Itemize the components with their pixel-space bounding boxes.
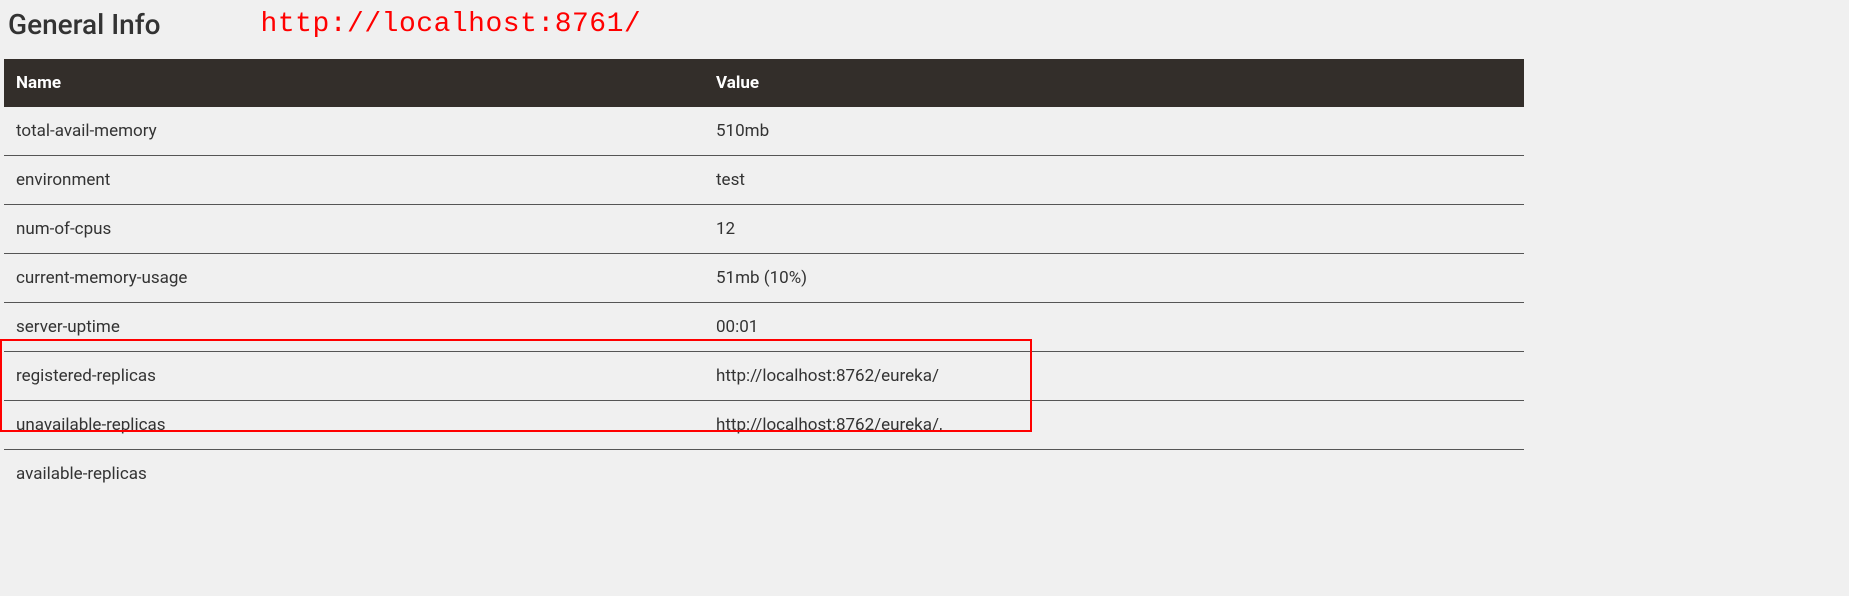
cell-value: http://localhost:8762/eureka/,	[704, 401, 1524, 450]
table-row: server-uptime 00:01	[4, 303, 1524, 352]
cell-name: server-uptime	[4, 303, 704, 352]
cell-value: 12	[704, 205, 1524, 254]
table-row: total-avail-memory 510mb	[4, 107, 1524, 156]
table-row: unavailable-replicas http://localhost:87…	[4, 401, 1524, 450]
cell-name: num-of-cpus	[4, 205, 704, 254]
cell-name: total-avail-memory	[4, 107, 704, 156]
cell-value: 00:01	[704, 303, 1524, 352]
page-title: General Info	[8, 8, 161, 41]
table-row: num-of-cpus 12	[4, 205, 1524, 254]
table-row: current-memory-usage 51mb (10%)	[4, 254, 1524, 303]
cell-value	[704, 450, 1524, 499]
annotation-url: http://localhost:8761/	[261, 9, 642, 40]
table-row: available-replicas	[4, 450, 1524, 499]
cell-value: 510mb	[704, 107, 1524, 156]
column-header-name: Name	[4, 59, 704, 107]
info-table-wrap: Name Value total-avail-memory 510mb envi…	[0, 59, 1849, 498]
table-header-row: Name Value	[4, 59, 1524, 107]
cell-value: test	[704, 156, 1524, 205]
table-row: registered-replicas http://localhost:876…	[4, 352, 1524, 401]
cell-name: available-replicas	[4, 450, 704, 499]
column-header-value: Value	[704, 59, 1524, 107]
cell-name: unavailable-replicas	[4, 401, 704, 450]
table-row: environment test	[4, 156, 1524, 205]
general-info-table: Name Value total-avail-memory 510mb envi…	[4, 59, 1524, 498]
cell-name: current-memory-usage	[4, 254, 704, 303]
cell-value: http://localhost:8762/eureka/	[704, 352, 1524, 401]
cell-value: 51mb (10%)	[704, 254, 1524, 303]
cell-name: environment	[4, 156, 704, 205]
page-header: General Info http://localhost:8761/	[0, 0, 1849, 59]
cell-name: registered-replicas	[4, 352, 704, 401]
